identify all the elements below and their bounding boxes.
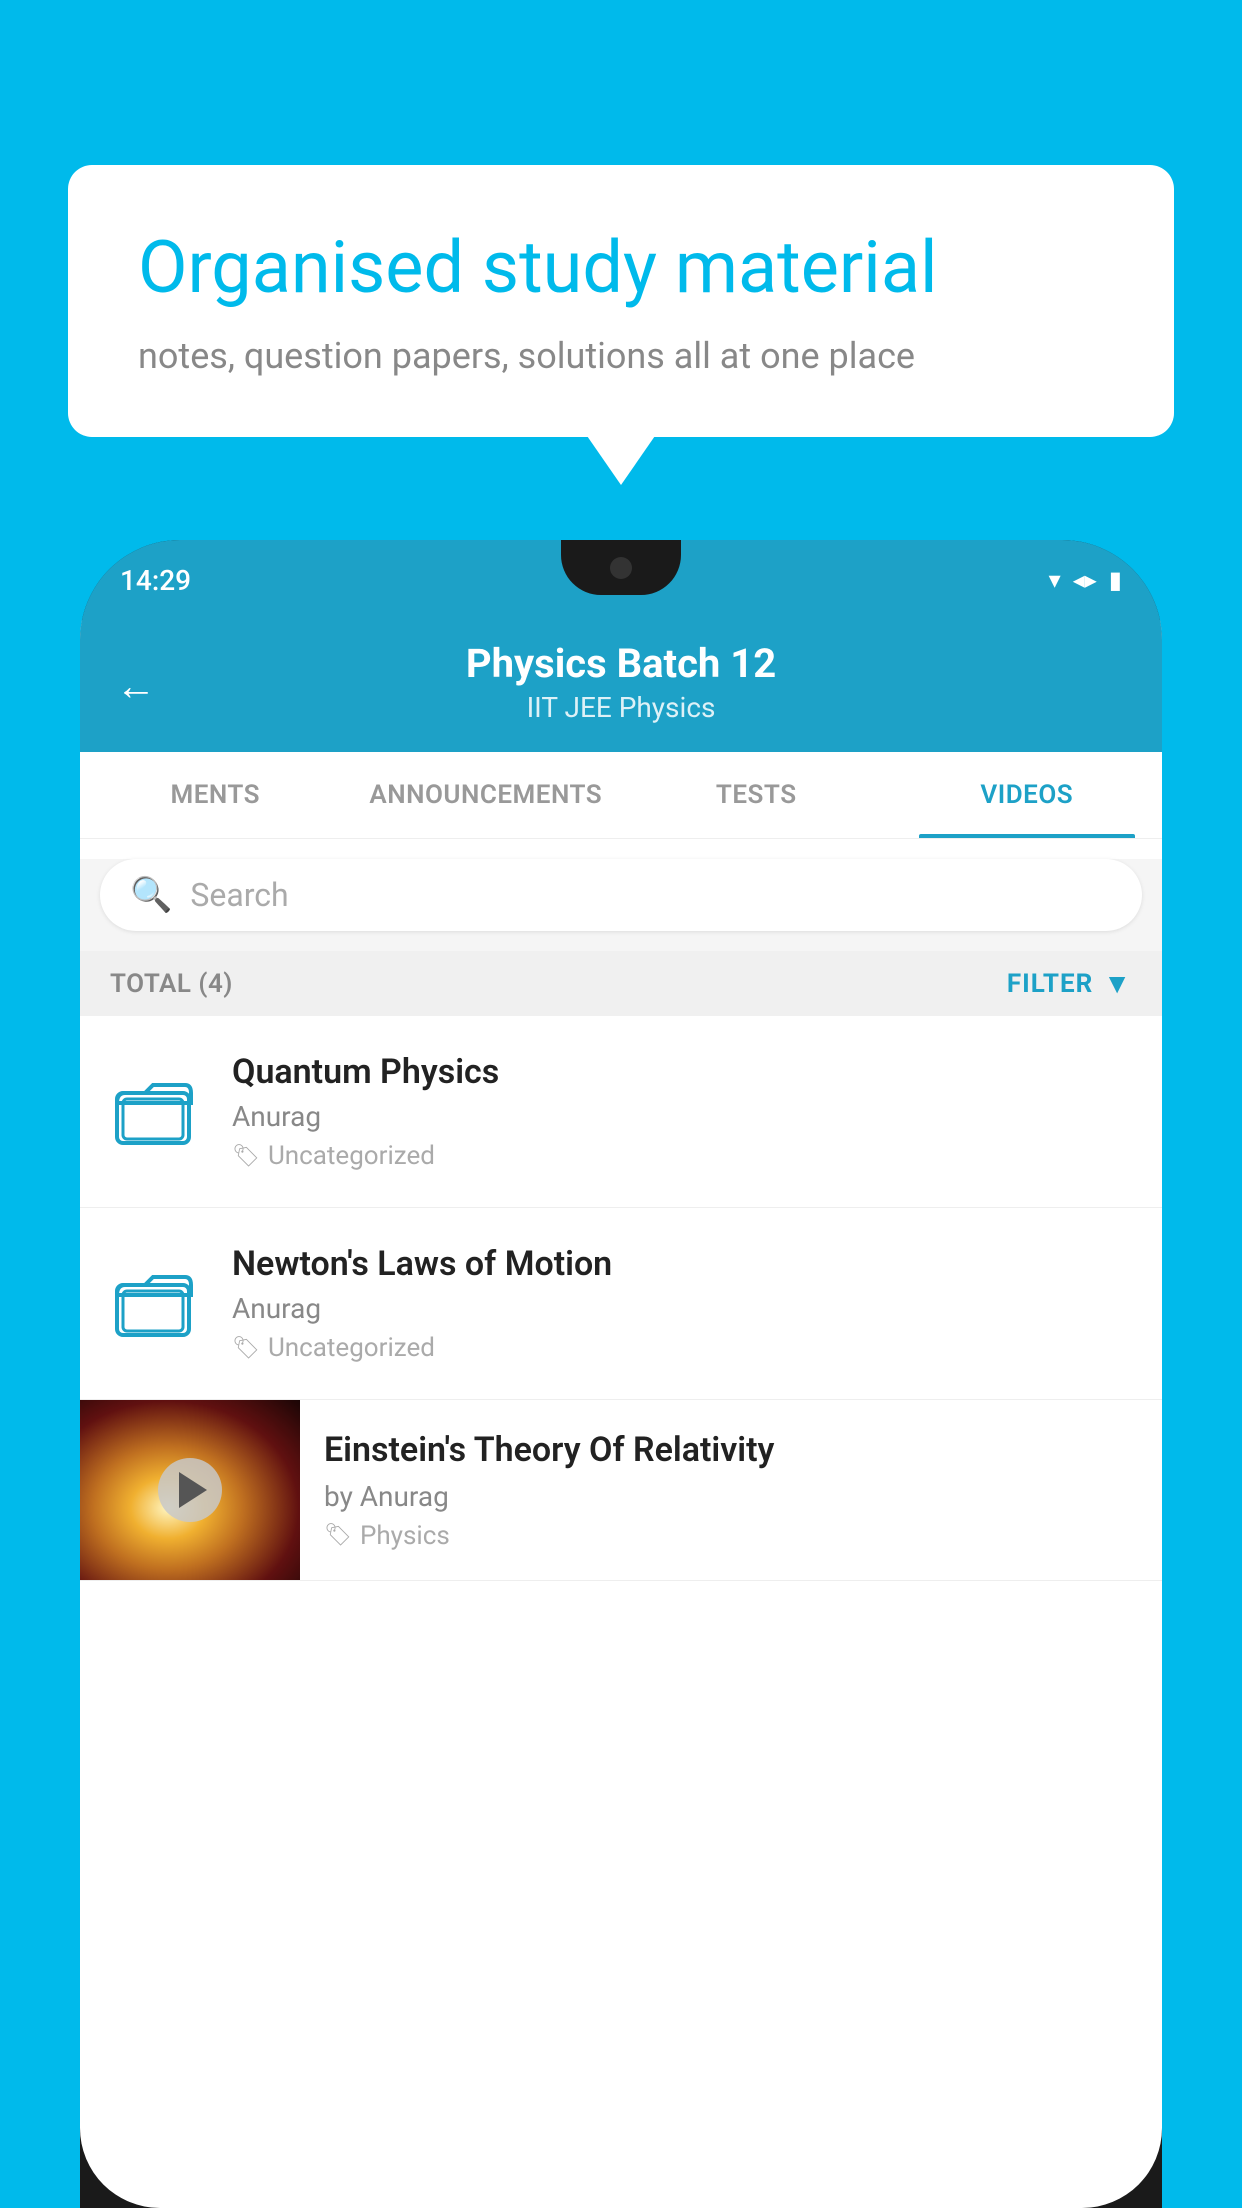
filter-button[interactable]: FILTER ▼: [1007, 967, 1132, 1000]
header-subtitle: IIT JEE Physics: [120, 691, 1122, 724]
video-item-info: Newton's Laws of Motion Anurag 🏷 Uncateg…: [232, 1244, 1138, 1363]
video-item-info: Quantum Physics Anurag 🏷 Uncategorized: [232, 1052, 1138, 1171]
total-count-label: TOTAL (4): [110, 969, 233, 999]
phone-shell: 14:29 ▾ ◂▸ ▮ ← Physics Batch 12 IIT JEE …: [80, 540, 1162, 2208]
video-author: by Anurag: [324, 1480, 1138, 1513]
list-item[interactable]: Newton's Laws of Motion Anurag 🏷 Uncateg…: [80, 1208, 1162, 1400]
tag-icon: 🏷: [232, 1144, 260, 1169]
notch: [561, 540, 681, 595]
content-area: 🔍 Search TOTAL (4) FILTER ▼: [80, 859, 1162, 1581]
tab-tests[interactable]: TESTS: [621, 752, 892, 838]
folder-icon: [115, 1077, 193, 1147]
video-title: Einstein's Theory Of Relativity: [324, 1430, 1138, 1470]
header-title: Physics Batch 12: [120, 640, 1122, 687]
video-author: Anurag: [232, 1100, 1138, 1133]
phone-inner: ← Physics Batch 12 IIT JEE Physics MENTS…: [80, 620, 1162, 2208]
video-author: Anurag: [232, 1292, 1138, 1325]
battery-icon: ▮: [1109, 566, 1122, 594]
video-title: Newton's Laws of Motion: [232, 1244, 1138, 1284]
status-bar: 14:29 ▾ ◂▸ ▮: [80, 540, 1162, 620]
video-list: Quantum Physics Anurag 🏷 Uncategorized: [80, 1016, 1162, 1581]
app-header: ← Physics Batch 12 IIT JEE Physics: [80, 620, 1162, 752]
folder-icon: [115, 1269, 193, 1339]
video-thumbnail: [80, 1400, 300, 1580]
play-icon: [179, 1472, 207, 1508]
list-item[interactable]: Einstein's Theory Of Relativity by Anura…: [80, 1400, 1162, 1581]
tab-videos[interactable]: VIDEOS: [892, 752, 1163, 838]
video-item-info: Einstein's Theory Of Relativity by Anura…: [300, 1402, 1162, 1579]
status-time: 14:29: [120, 564, 191, 597]
thumbnail-bg: [80, 1400, 300, 1580]
video-tag: 🏷 Uncategorized: [232, 1141, 1138, 1171]
list-item[interactable]: Quantum Physics Anurag 🏷 Uncategorized: [80, 1016, 1162, 1208]
tab-announcements[interactable]: ANNOUNCEMENTS: [351, 752, 622, 838]
wifi-icon: ▾: [1049, 566, 1061, 594]
camera-dot: [610, 557, 632, 579]
back-button[interactable]: ←: [116, 663, 156, 710]
tag-icon: 🏷: [232, 1336, 260, 1361]
speech-bubble: Organised study material notes, question…: [68, 165, 1174, 437]
folder-icon-container: [104, 1077, 204, 1147]
bubble-title: Organised study material: [138, 225, 1104, 311]
search-icon: 🔍: [130, 875, 172, 915]
play-button[interactable]: [158, 1458, 222, 1522]
video-tag: 🏷 Physics: [324, 1521, 1138, 1551]
status-icons: ▾ ◂▸ ▮: [1049, 566, 1122, 594]
search-input[interactable]: Search: [190, 876, 288, 914]
signal-icon: ◂▸: [1073, 566, 1097, 594]
filter-icon: ▼: [1103, 967, 1132, 1000]
search-bar[interactable]: 🔍 Search: [100, 859, 1142, 931]
speech-bubble-container: Organised study material notes, question…: [68, 165, 1174, 437]
video-title: Quantum Physics: [232, 1052, 1138, 1092]
bubble-subtitle: notes, question papers, solutions all at…: [138, 335, 1104, 377]
tab-ments[interactable]: MENTS: [80, 752, 351, 838]
tag-icon: 🏷: [324, 1523, 352, 1548]
filter-bar: TOTAL (4) FILTER ▼: [80, 951, 1162, 1016]
folder-icon-container: [104, 1269, 204, 1339]
tab-bar: MENTS ANNOUNCEMENTS TESTS VIDEOS: [80, 752, 1162, 839]
video-tag: 🏷 Uncategorized: [232, 1333, 1138, 1363]
